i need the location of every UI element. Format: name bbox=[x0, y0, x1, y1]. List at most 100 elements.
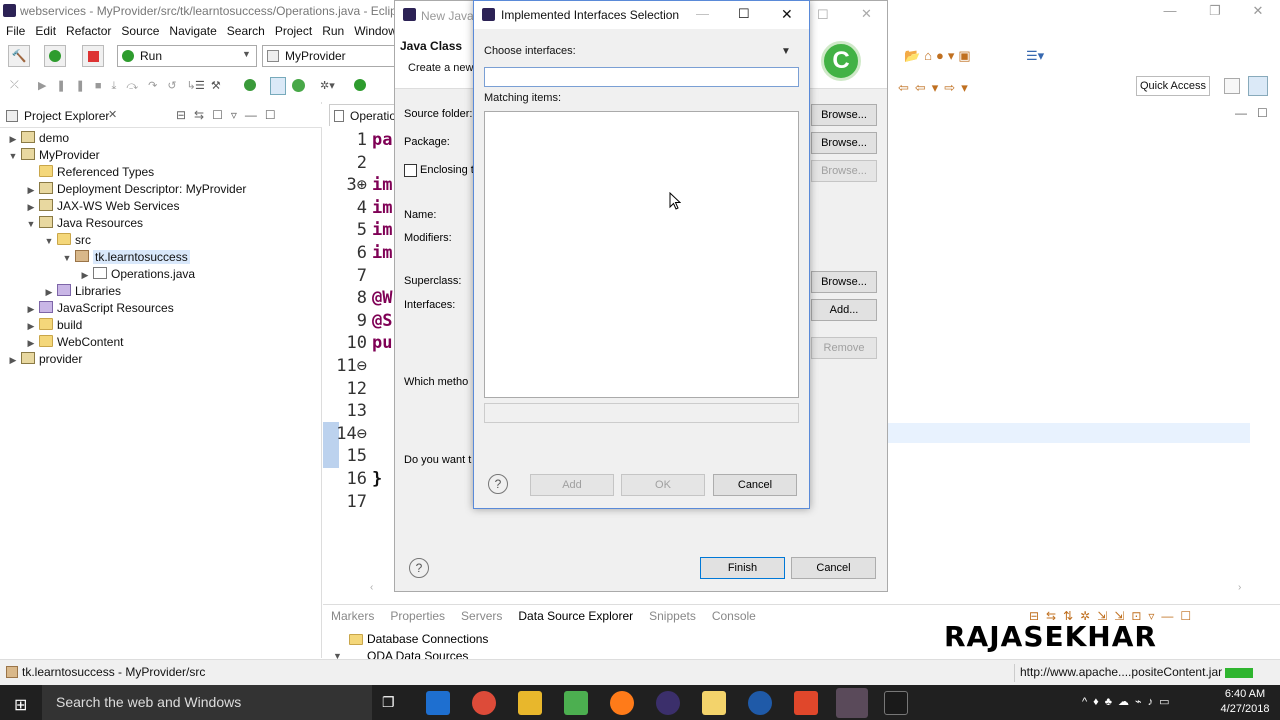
maximize-icon[interactable]: ☐ bbox=[738, 6, 750, 22]
expanded-icon[interactable]: ▼ bbox=[8, 148, 18, 165]
expanded-icon[interactable]: ▼ bbox=[26, 216, 36, 233]
stop-icon[interactable] bbox=[82, 45, 104, 67]
taskbar-search-box[interactable]: Search the web and Windows bbox=[42, 685, 372, 720]
tree-item[interactable]: ▼ tk.learntosuccess bbox=[62, 249, 190, 266]
system-tray-icons[interactable]: ^♦♣☁⌁♪▭ bbox=[1082, 695, 1176, 708]
menu-run[interactable]: Run bbox=[322, 24, 344, 38]
firefox-icon[interactable] bbox=[610, 691, 634, 715]
wizard-cancel-button[interactable]: Cancel bbox=[791, 557, 876, 579]
editor-tools-icon[interactable]: ☰⚒ bbox=[195, 79, 227, 92]
tree-item[interactable]: ▶ Deployment Descriptor: MyProvider bbox=[26, 181, 246, 198]
java-ee-perspective-icon[interactable] bbox=[1248, 76, 1268, 96]
run-mode-select[interactable]: Run ▼ bbox=[117, 45, 257, 67]
close-tab-icon[interactable]: ✕ bbox=[108, 108, 117, 121]
help-icon[interactable]: ? bbox=[409, 558, 429, 578]
eclipse-taskbar-icon[interactable] bbox=[656, 691, 680, 715]
collapsed-icon[interactable]: ▶ bbox=[26, 182, 36, 199]
recorder-icon[interactable] bbox=[794, 691, 818, 715]
run-small-icon[interactable] bbox=[354, 79, 366, 91]
tree-item[interactable]: ▶ Operations.java bbox=[80, 266, 195, 283]
collapsed-icon[interactable]: ▶ bbox=[26, 335, 36, 352]
perspective-tools-icon[interactable]: 📂⌂●▾▣ bbox=[904, 48, 975, 64]
menu-edit[interactable]: Edit bbox=[35, 24, 56, 38]
chrome-icon[interactable] bbox=[472, 691, 496, 715]
code-line[interactable]: pu bbox=[372, 333, 392, 353]
collapsed-icon[interactable]: ▶ bbox=[80, 267, 90, 284]
toggle-mark-icon[interactable] bbox=[270, 77, 286, 95]
browse-package-button[interactable]: Browse... bbox=[811, 132, 877, 154]
windows-start-icon[interactable]: ⊞ bbox=[14, 695, 27, 715]
tree-item[interactable]: ▶ WebContent bbox=[26, 334, 124, 351]
run-config-select[interactable]: MyProvider bbox=[262, 45, 400, 67]
restore-icon[interactable]: ❐ bbox=[1205, 2, 1225, 20]
refresh-icon[interactable] bbox=[292, 79, 305, 92]
expanded-icon[interactable]: ▼ bbox=[62, 250, 72, 267]
collapsed-icon[interactable]: ▶ bbox=[8, 131, 18, 148]
close-icon[interactable]: ✕ bbox=[781, 6, 793, 23]
minimize-icon[interactable]: — bbox=[1160, 2, 1180, 20]
minimize-icon[interactable]: — bbox=[696, 6, 709, 21]
interfaces-add-button[interactable]: Add bbox=[530, 474, 614, 496]
bottom-tab[interactable]: Servers bbox=[461, 609, 502, 623]
skip-breakpoints-icon[interactable]: ⤫ bbox=[10, 79, 19, 92]
enclosing-checkbox[interactable] bbox=[404, 164, 417, 177]
menu-navigate[interactable]: Navigate bbox=[169, 24, 216, 38]
active-app-icon[interactable] bbox=[836, 688, 868, 718]
matching-items-list[interactable] bbox=[484, 111, 799, 398]
close-icon[interactable]: ✕ bbox=[1248, 2, 1268, 20]
tree-item[interactable]: ▶ JavaScript Resources bbox=[26, 300, 174, 317]
view-toolbar-icons[interactable]: ⊟⇆☐▿—☐ bbox=[176, 108, 284, 122]
code-line[interactable]: } bbox=[372, 469, 382, 489]
menu-file[interactable]: File bbox=[6, 24, 25, 38]
quick-access-field[interactable]: Quick Access bbox=[1136, 76, 1210, 96]
bug-icon[interactable] bbox=[244, 79, 256, 91]
build-icon[interactable]: 🔨 bbox=[8, 45, 30, 67]
tree-item[interactable]: ▼ MyProvider bbox=[8, 147, 100, 164]
menu-refactor[interactable]: Refactor bbox=[66, 24, 111, 38]
collapsed-icon[interactable]: ▶ bbox=[26, 318, 36, 335]
folder-taskbar-icon[interactable] bbox=[702, 691, 726, 715]
camtasia-icon[interactable] bbox=[564, 691, 588, 715]
maximize-icon[interactable]: ☐ bbox=[817, 7, 829, 23]
interfaces-ok-button[interactable]: OK bbox=[621, 474, 705, 496]
debug-icon[interactable]: ✲▾ bbox=[320, 79, 335, 92]
tree-item[interactable]: ▶ JAX-WS Web Services bbox=[26, 198, 179, 215]
bottom-tab[interactable]: Snippets bbox=[649, 609, 696, 623]
open-perspective-icon[interactable] bbox=[1224, 78, 1240, 94]
bottom-tab[interactable]: Markers bbox=[331, 609, 374, 623]
collapsed-icon[interactable]: ▶ bbox=[26, 301, 36, 318]
help-icon[interactable]: ? bbox=[488, 474, 508, 494]
add-interface-button[interactable]: Add... bbox=[811, 299, 877, 321]
navigation-arrows-icon[interactable]: ⇦⇦▾⇨▾ bbox=[898, 80, 974, 96]
finish-button[interactable]: Finish bbox=[700, 557, 785, 579]
bottom-tab[interactable]: Console bbox=[712, 609, 756, 623]
collapsed-icon[interactable]: ▶ bbox=[26, 199, 36, 216]
terminal-icon[interactable] bbox=[884, 691, 908, 715]
interface-search-input[interactable] bbox=[484, 67, 799, 87]
layout-icon[interactable]: ☰▾ bbox=[1026, 48, 1044, 64]
edge-icon[interactable] bbox=[426, 691, 450, 715]
browse-source-button[interactable]: Browse... bbox=[811, 104, 877, 126]
collapsed-icon[interactable]: ▶ bbox=[44, 284, 54, 301]
bottom-tab[interactable]: Properties bbox=[390, 609, 445, 623]
code-line[interactable]: pa bbox=[372, 130, 392, 150]
task-view-icon[interactable]: ❐ bbox=[382, 694, 395, 711]
collapsed-icon[interactable]: ▶ bbox=[8, 352, 18, 369]
editor-tab[interactable]: Operation bbox=[329, 104, 403, 126]
editor-scrollbar[interactable] bbox=[1257, 132, 1271, 572]
oda-data-sources-item[interactable]: ODA Data Sources bbox=[367, 649, 468, 659]
code-line[interactable]: im bbox=[372, 198, 392, 218]
menu-project[interactable]: Project bbox=[275, 24, 312, 38]
interfaces-cancel-button[interactable]: Cancel bbox=[713, 474, 797, 496]
database-connections-item[interactable]: Database Connections bbox=[367, 632, 488, 646]
debug-controls-icon[interactable]: ▶❚❚■⤓⤼↷↺↳ bbox=[38, 79, 206, 93]
expanded-icon[interactable]: ▼ bbox=[44, 233, 54, 250]
app-taskbar-icon[interactable] bbox=[748, 691, 772, 715]
menu-search[interactable]: Search bbox=[227, 24, 265, 38]
menu-window[interactable]: Window bbox=[354, 24, 397, 38]
menu-source[interactable]: Source bbox=[121, 24, 159, 38]
code-line[interactable]: im bbox=[372, 175, 392, 195]
file-explorer-icon[interactable] bbox=[518, 691, 542, 715]
browse-superclass-button[interactable]: Browse... bbox=[811, 271, 877, 293]
code-line[interactable]: im bbox=[372, 243, 392, 263]
